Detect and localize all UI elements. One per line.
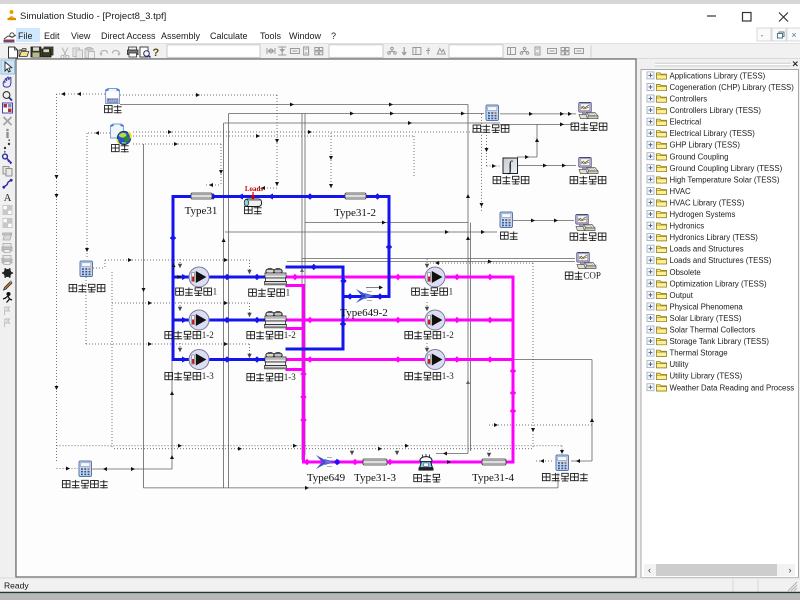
svg-text:Window: Window [289, 31, 322, 41]
svg-text:HVAC Library (TESS): HVAC Library (TESS) [670, 198, 745, 207]
svg-text:USER: USER [107, 99, 118, 103]
svg-text:Edit: Edit [44, 31, 60, 41]
svg-text:Solar Library (TESS): Solar Library (TESS) [670, 314, 742, 323]
svg-text:HVAC: HVAC [670, 187, 691, 196]
svg-text:Solar Thermal Collectors: Solar Thermal Collectors [670, 326, 756, 335]
svg-text:1-2: 1-2 [284, 330, 296, 340]
svg-text:Calculate: Calculate [210, 31, 248, 41]
svg-text:Hydronics: Hydronics [670, 222, 705, 231]
svg-text:Type31: Type31 [185, 205, 218, 217]
svg-text:Controllers: Controllers [670, 95, 708, 104]
svg-text:1-3: 1-3 [442, 371, 454, 381]
svg-text:Type649-2: Type649-2 [340, 307, 388, 319]
svg-text:1-2: 1-2 [442, 330, 454, 340]
svg-text:?: ? [331, 31, 336, 41]
svg-text:Cogeneration (CHP) Library (TE: Cogeneration (CHP) Library (TESS) [670, 83, 795, 92]
svg-text:COP: COP [583, 271, 601, 281]
svg-text:1-2: 1-2 [202, 330, 214, 340]
svg-text:Utility: Utility [670, 360, 689, 369]
svg-text:‹: ‹ [648, 565, 651, 575]
svg-text:1-3: 1-3 [202, 371, 214, 381]
svg-text:Electrical: Electrical [670, 118, 702, 127]
svg-text:?: ? [153, 47, 160, 59]
svg-text:Physical Phenomena: Physical Phenomena [670, 302, 744, 311]
svg-text:1: 1 [213, 287, 218, 297]
svg-text:Thermal Storage: Thermal Storage [670, 349, 728, 358]
svg-text:›: › [789, 565, 792, 575]
svg-text:Ready: Ready [4, 581, 29, 591]
svg-text:Loads: Loads [245, 185, 264, 193]
svg-text:Hydrogen Systems: Hydrogen Systems [670, 210, 736, 219]
svg-text:File: File [18, 31, 33, 41]
svg-text:Loads and Structures (TESS): Loads and Structures (TESS) [670, 256, 772, 265]
svg-text:Controllers Library (TESS): Controllers Library (TESS) [670, 106, 762, 115]
svg-text:Utility Library (TESS): Utility Library (TESS) [670, 372, 743, 381]
svg-text:1: 1 [449, 287, 454, 297]
svg-text:Hydronics Library (TESS): Hydronics Library (TESS) [670, 233, 759, 242]
svg-text:1: 1 [286, 288, 291, 298]
svg-text:Type649: Type649 [307, 472, 346, 484]
svg-text:Type31-4: Type31-4 [472, 472, 514, 484]
svg-text:Type31-2: Type31-2 [334, 207, 376, 219]
svg-text:Type31-3: Type31-3 [354, 472, 396, 484]
svg-text:Optimization Library (TESS): Optimization Library (TESS) [670, 279, 767, 288]
svg-text:Loads and Structures: Loads and Structures [670, 245, 744, 254]
svg-text:Ground Coupling: Ground Coupling [670, 152, 729, 161]
svg-text:Simulation Studio - [Project8_: Simulation Studio - [Project8_3.tpf] [20, 11, 166, 22]
svg-text:-: - [761, 31, 764, 41]
svg-text:Storage Tank Library (TESS): Storage Tank Library (TESS) [670, 337, 770, 346]
svg-text:View: View [71, 31, 91, 41]
svg-text:Output: Output [670, 291, 694, 300]
svg-text:A: A [4, 193, 12, 204]
svg-text:Obsolete: Obsolete [670, 268, 701, 277]
svg-text:Tools: Tools [260, 31, 282, 41]
svg-text:Direct Access: Direct Access [101, 31, 156, 41]
svg-text:GHP Library (TESS): GHP Library (TESS) [670, 141, 741, 150]
svg-text:Weather Data Reading and Proce: Weather Data Reading and Process [670, 383, 795, 392]
svg-text:Assembly: Assembly [161, 31, 201, 41]
svg-text:High Temperature Solar (TESS): High Temperature Solar (TESS) [670, 175, 780, 184]
svg-text:1-3: 1-3 [284, 372, 296, 382]
svg-text:Electrical Library (TESS): Electrical Library (TESS) [670, 129, 756, 138]
svg-text:Applications Library (TESS): Applications Library (TESS) [670, 71, 766, 80]
svg-text:Ground Coupling Library (TESS): Ground Coupling Library (TESS) [670, 164, 783, 173]
svg-text:×: × [791, 30, 796, 40]
